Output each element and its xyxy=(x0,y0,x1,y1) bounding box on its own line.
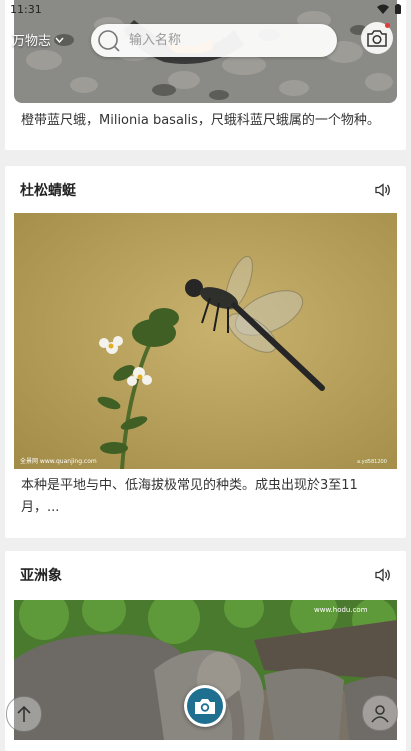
arrow-up-icon xyxy=(17,705,31,722)
location-label: 万物志 xyxy=(12,34,52,49)
scroll-top-button[interactable] xyxy=(6,696,42,732)
watermark: www.hodu.com xyxy=(314,606,368,614)
identify-camera-button[interactable] xyxy=(184,685,226,727)
species-title: 杜松蜻蜓 xyxy=(20,183,76,199)
species-description: 本种是平地与中、低海拔极常见的种类。成虫出现於3至11月，... xyxy=(21,478,358,515)
search-input[interactable] xyxy=(127,32,321,49)
wifi-icon xyxy=(377,4,389,14)
speaker-icon[interactable] xyxy=(375,568,391,582)
status-icons xyxy=(377,4,401,14)
search-icon xyxy=(98,29,120,52)
watermark-left: 全景网 www.quanjing.com xyxy=(20,457,97,465)
profile-button[interactable] xyxy=(362,695,398,731)
watermark-right: a.yd581200 xyxy=(357,459,387,465)
species-title: 亚洲象 xyxy=(20,568,62,584)
user-icon xyxy=(371,705,389,723)
battery-icon xyxy=(395,4,401,14)
speaker-icon[interactable] xyxy=(375,183,391,197)
search-bar[interactable] xyxy=(91,24,337,57)
species-description: 橙带蓝尺蛾，Milionia basalis，尺蛾科蓝尺蛾属的一个物种。 xyxy=(21,113,380,128)
top-bar: 万物志 xyxy=(0,18,411,64)
camera-icon xyxy=(367,30,387,47)
chevron-down-icon xyxy=(55,37,64,43)
status-bar: 11:31 xyxy=(0,0,411,18)
camera-button[interactable] xyxy=(361,22,393,54)
species-image: 全景网 www.quanjing.com a.yd581200 xyxy=(14,213,397,469)
status-time: 11:31 xyxy=(10,2,42,16)
species-card[interactable]: 杜松蜻蜓 全景网 www.quanjing.com a.yd581200 本种是… xyxy=(5,166,406,538)
notification-dot xyxy=(385,23,390,28)
camera-icon xyxy=(195,699,215,714)
location-selector[interactable]: 万物志 xyxy=(12,30,64,49)
